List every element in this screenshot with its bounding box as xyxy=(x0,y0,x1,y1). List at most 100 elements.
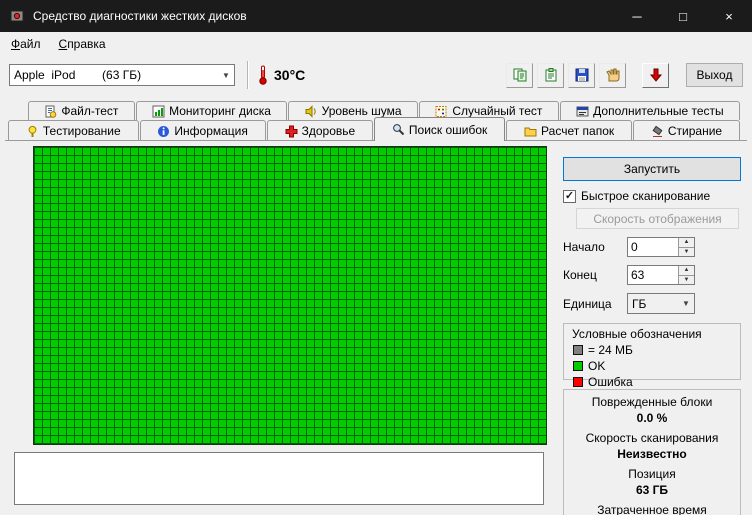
unit-field-row: Единица ГБ ▼ xyxy=(563,293,741,314)
spin-up-icon[interactable]: ▲ xyxy=(679,266,694,275)
info-icon xyxy=(157,125,170,138)
scan-speed-value: Неизвестно xyxy=(617,447,687,461)
quick-scan-checkbox[interactable]: ✓ Быстрое сканирование xyxy=(563,189,741,203)
random-test-icon xyxy=(435,105,448,118)
unit-value: ГБ xyxy=(632,296,647,311)
report-button[interactable] xyxy=(506,62,533,88)
tab-testing[interactable]: Тестирование xyxy=(8,120,139,141)
save-button[interactable] xyxy=(568,62,595,88)
tab-file-test[interactable]: Файл-тест xyxy=(28,101,135,120)
end-value: 63 xyxy=(631,268,645,282)
end-spinner: ▲ ▼ xyxy=(678,266,694,284)
ok-swatch xyxy=(573,361,583,371)
start-value: 0 xyxy=(631,240,638,254)
checkbox-check-icon[interactable]: ✓ xyxy=(563,189,576,203)
tab-label: Дополнительные тесты xyxy=(593,104,724,118)
position-label: Позиция xyxy=(628,467,676,481)
tab-label: Информация xyxy=(174,124,248,138)
health-cross-icon xyxy=(285,125,298,138)
down-arrow-icon xyxy=(649,68,663,82)
legend-label: OK xyxy=(588,359,606,373)
disk-monitor-icon xyxy=(152,105,165,118)
close-button[interactable]: × xyxy=(706,0,752,32)
maximize-button[interactable]: □ xyxy=(660,0,706,32)
speaker-icon xyxy=(305,104,318,118)
clipboard-icon xyxy=(543,67,559,83)
drive-select-value: Apple iPod (63 ГБ) xyxy=(14,68,142,82)
minimize-button[interactable]: ─ xyxy=(614,0,660,32)
tab-folder-calc[interactable]: Расчет папок xyxy=(506,120,633,141)
legend-label: = 24 МБ xyxy=(588,343,633,357)
damaged-blocks-label: Поврежденные блоки xyxy=(591,395,713,409)
spin-up-icon[interactable]: ▲ xyxy=(679,238,694,247)
position-value: 63 ГБ xyxy=(635,483,669,497)
start-spinner: ▲ ▼ xyxy=(678,238,694,256)
toolbar-divider xyxy=(247,61,249,89)
download-button[interactable] xyxy=(642,62,669,88)
folder-icon xyxy=(524,125,537,138)
titlebar: Средство диагностики жестких дисков ─ □ … xyxy=(0,0,752,32)
stats-groupbox: Поврежденные блоки 0.0 % Скорость сканир… xyxy=(563,389,741,515)
tab-label: Тестирование xyxy=(42,124,121,138)
floppy-icon xyxy=(574,67,590,83)
copy-button[interactable] xyxy=(537,62,564,88)
legend-item-block: = 24 МБ xyxy=(564,343,740,357)
log-list[interactable] xyxy=(14,452,544,505)
spin-down-icon[interactable]: ▼ xyxy=(679,246,694,256)
menu-file[interactable]: Файл xyxy=(2,34,50,54)
error-swatch xyxy=(573,377,583,387)
tab-label: Поиск ошибок xyxy=(408,122,488,137)
end-label: Конец xyxy=(563,268,597,282)
tools-button[interactable] xyxy=(599,62,626,88)
drive-select[interactable]: Apple iPod (63 ГБ) ▼ xyxy=(9,64,235,86)
menubar: Файл Справка xyxy=(0,32,752,56)
additional-tests-icon xyxy=(576,105,589,118)
start-scan-button[interactable]: Запустить xyxy=(563,157,741,181)
tab-label: Здоровье xyxy=(301,124,356,138)
tab-label: Расчет папок xyxy=(541,124,615,138)
document-copy-icon xyxy=(512,67,528,83)
tab-label: Стирание xyxy=(667,124,723,138)
tab-label: Файл-тест xyxy=(61,104,119,118)
dropdown-arrow-icon: ▼ xyxy=(222,70,230,80)
display-speed-button[interactable]: Скорость отображения xyxy=(576,208,739,229)
window-controls: ─ □ × xyxy=(614,0,752,32)
block-size-swatch xyxy=(573,345,583,355)
toolbar-buttons: Выход xyxy=(502,62,743,88)
quick-scan-label: Быстрое сканирование xyxy=(581,189,711,203)
end-value-input[interactable]: 63 ▲ ▼ xyxy=(627,265,695,285)
spin-down-icon[interactable]: ▼ xyxy=(679,274,694,284)
legend-title: Условные обозначения xyxy=(572,327,702,341)
app-window: Средство диагностики жестких дисков ─ □ … xyxy=(0,0,752,515)
start-label: Начало xyxy=(563,240,605,254)
erase-icon xyxy=(651,125,664,138)
file-test-icon xyxy=(44,105,57,118)
unit-select[interactable]: ГБ ▼ xyxy=(627,293,695,314)
legend-item-ok: OK xyxy=(564,359,740,373)
legend-item-error: Ошибка xyxy=(564,375,740,389)
search-icon xyxy=(392,123,405,136)
menu-help[interactable]: Справка xyxy=(50,34,115,54)
legend-groupbox: Условные обозначения = 24 МБ OK Ошибка xyxy=(563,323,741,389)
tab-information[interactable]: Информация xyxy=(139,120,266,141)
exit-button[interactable]: Выход xyxy=(686,63,743,87)
dropdown-arrow-icon: ▼ xyxy=(682,299,690,308)
tab-additional-tests[interactable]: Дополнительные тесты xyxy=(559,101,740,120)
scan-speed-label: Скорость сканирования xyxy=(585,431,719,445)
tab-erase[interactable]: Стирание xyxy=(633,120,740,141)
tab-label: Уровень шума xyxy=(321,104,402,118)
start-value-input[interactable]: 0 ▲ ▼ xyxy=(627,237,695,257)
thermometer-icon xyxy=(257,65,269,85)
tab-disk-monitor[interactable]: Мониторинг диска xyxy=(135,101,288,120)
lamp-icon xyxy=(26,125,39,138)
tab-health[interactable]: Здоровье xyxy=(266,120,374,141)
scan-control-panel: Запустить ✓ Быстрое сканирование Скорост… xyxy=(563,157,741,515)
tab-error-search[interactable]: Поиск ошибок xyxy=(374,117,506,141)
hand-tool-icon xyxy=(605,67,621,83)
elapsed-time-label: Затраченное время xyxy=(597,503,707,515)
window-title: Средство диагностики жестких дисков xyxy=(33,9,247,23)
tab-label: Мониторинг диска xyxy=(169,104,271,118)
toolbar: Apple iPod (63 ГБ) ▼ 30°C Выход xyxy=(0,56,752,94)
unit-label: Единица xyxy=(563,296,612,311)
app-icon xyxy=(9,8,25,24)
